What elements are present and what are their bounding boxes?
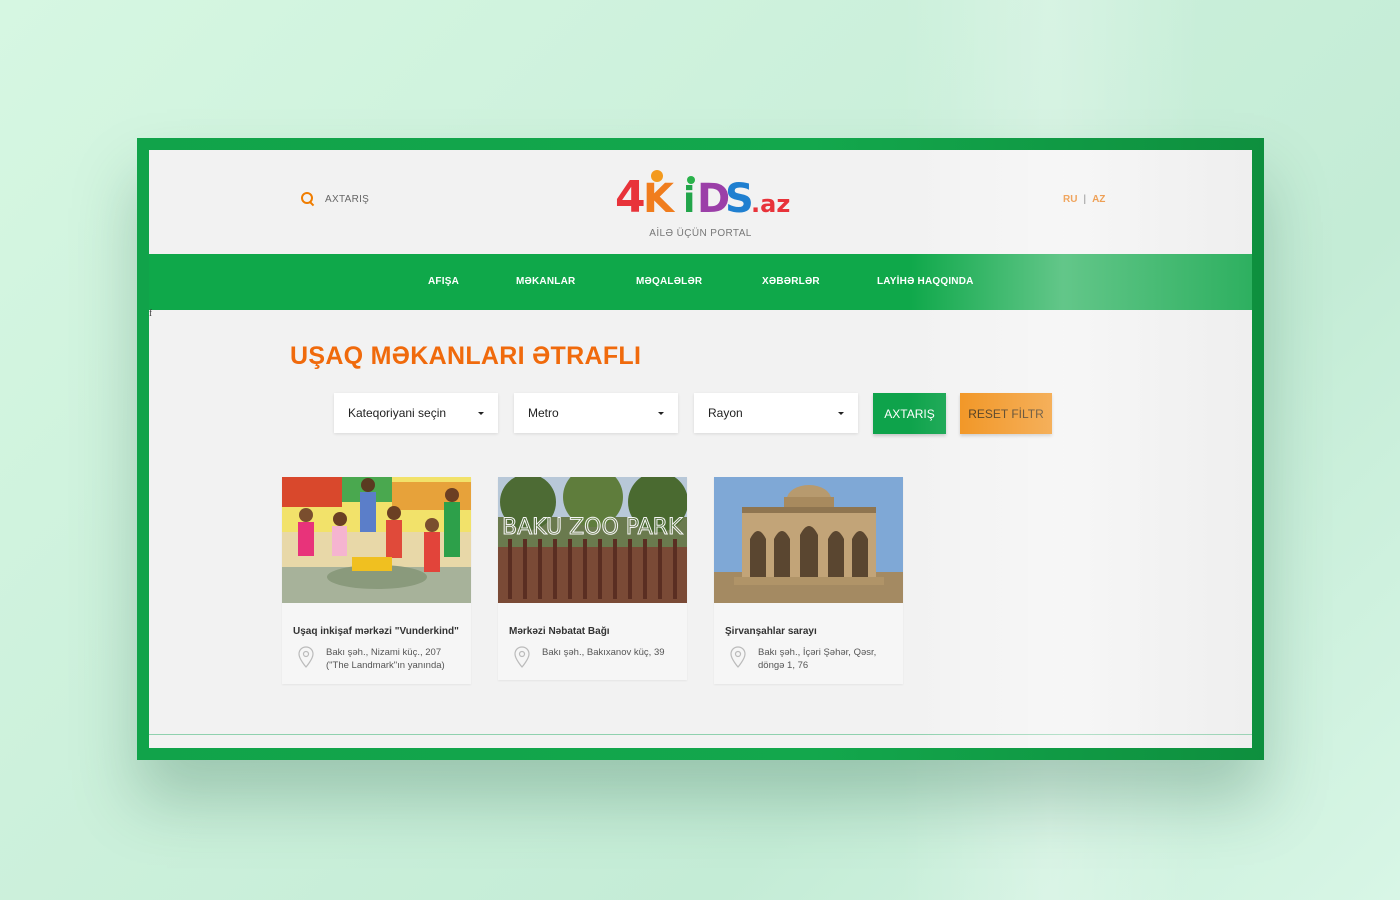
page-title: UŞAQ MƏKANLARI ƏTRAFLI (290, 342, 642, 370)
place-card[interactable]: BAKU ZOO PARK Mərkəzi Nəbatat Bağı Bakı … (498, 477, 687, 680)
site-tagline: AİLƏ ÜÇÜN PORTAL (649, 228, 752, 239)
place-photo-zoo-park[interactable]: BAKU ZOO PARK (498, 477, 687, 603)
place-photo-shirvanshahs-palace[interactable] (714, 477, 903, 603)
device-frame: AXTARIŞ 4 K i D S .az AİLƏ ÜÇÜN PORTAL R… (137, 138, 1264, 760)
nav-item-layihe-haqqinda[interactable]: LAYİHƏ HAQQINDA (877, 254, 974, 310)
lang-ru-link[interactable]: RU (1063, 194, 1077, 205)
place-title[interactable]: Mərkəzi Nəbatat Bağı (498, 603, 687, 638)
site-header: AXTARIŞ 4 K i D S .az AİLƏ ÜÇÜN PORTAL R… (149, 150, 1252, 254)
place-address: Bakı şəh., Bakıxanov küç, 39 (542, 647, 665, 658)
location-pin-icon (514, 646, 530, 668)
place-address: Bakı şəh., Nizami küç., 207 ("The Landma… (326, 647, 445, 671)
place-address-row: Bakı şəh., Bakıxanov küç, 39 (498, 638, 687, 680)
nav-item-xeberler[interactable]: XƏBƏRLƏR (762, 254, 820, 310)
header-search[interactable]: AXTARIŞ (301, 192, 369, 206)
place-title[interactable]: Şirvanşahlar sarayı (714, 603, 903, 638)
category-select[interactable]: Kateqoriyani seçin (334, 393, 498, 433)
place-address-row: Bakı şəh., İçəri Şəhər, Qəsr, döngə 1, 7… (714, 638, 903, 684)
place-address: Bakı şəh., İçəri Şəhər, Qəsr, döngə 1, 7… (758, 647, 877, 671)
footer-divider (149, 734, 1252, 735)
nav-item-afisha[interactable]: AFIŞA (428, 254, 459, 310)
svg-text:4: 4 (615, 172, 646, 222)
svg-text:K: K (643, 176, 676, 222)
chevron-down-icon (838, 411, 844, 415)
svg-text:i: i (683, 180, 695, 221)
category-select-value: Kateqoriyani seçin (348, 406, 447, 420)
place-address-row: Bakı şəh., Nizami küç., 207 ("The Landma… (282, 638, 471, 684)
language-switcher: RU | AZ (1063, 194, 1105, 205)
website-screen: AXTARIŞ 4 K i D S .az AİLƏ ÜÇÜN PORTAL R… (149, 150, 1252, 748)
nav-item-mekanlar[interactable]: MƏKANLAR (516, 254, 575, 310)
svg-text:.az: .az (751, 190, 790, 218)
site-logo[interactable]: 4 K i D S .az (613, 162, 793, 222)
metro-select[interactable]: Metro (514, 393, 678, 433)
zoo-sign: BAKU ZOO PARK (502, 515, 683, 540)
rayon-select[interactable]: Rayon (694, 393, 858, 433)
place-card[interactable]: Şirvanşahlar sarayı Bakı şəh., İçəri Şəh… (714, 477, 903, 684)
main-nav: AFIŞA MƏKANLAR MƏQALƏLƏR XƏBƏRLƏR LAYİHƏ… (149, 254, 1252, 310)
lang-az-link[interactable]: AZ (1092, 194, 1105, 205)
search-icon[interactable] (301, 192, 315, 206)
reset-filter-button[interactable]: RESET FİLTR (960, 393, 1052, 434)
chevron-down-icon (658, 411, 664, 415)
search-label[interactable]: AXTARIŞ (325, 194, 369, 205)
place-card[interactable]: Uşaq inkişaf mərkəzi "Vunderkind" Bakı ş… (282, 477, 471, 684)
location-pin-icon (730, 646, 746, 668)
location-pin-icon (298, 646, 314, 668)
place-title[interactable]: Uşaq inkişaf mərkəzi "Vunderkind" (282, 603, 471, 638)
place-photo-kids-center[interactable] (282, 477, 471, 603)
metro-select-value: Metro (528, 406, 559, 420)
rayon-select-value: Rayon (708, 406, 743, 420)
search-button[interactable]: AXTARIŞ (873, 393, 946, 434)
nav-item-meqaleler[interactable]: MƏQALƏLƏR (636, 254, 702, 310)
chevron-down-icon (478, 411, 484, 415)
svg-text:S: S (725, 176, 754, 222)
lang-separator: | (1083, 194, 1087, 205)
stray-text: f (149, 308, 152, 318)
